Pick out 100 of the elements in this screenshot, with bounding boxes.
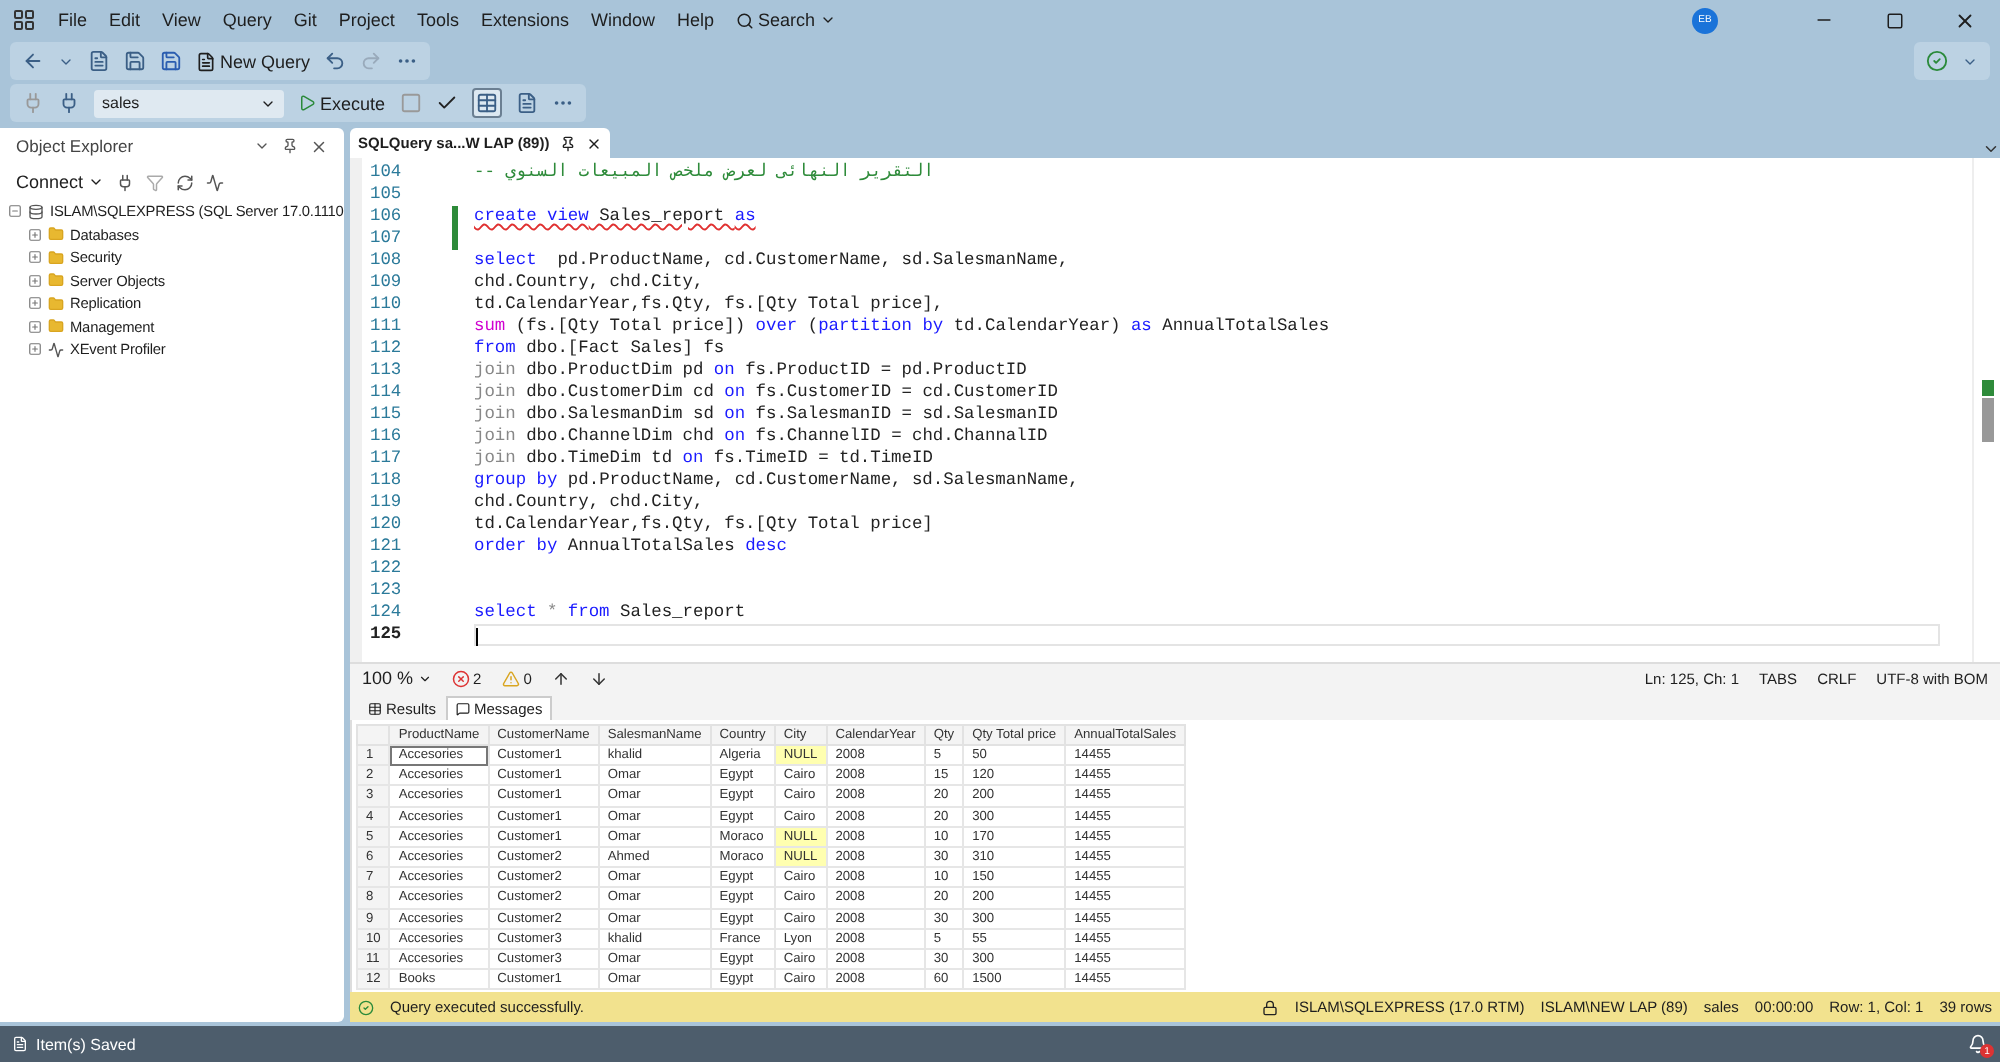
code-line: group by pd.ProductName, cd.CustomerName, sd.SalesmanName, bbox=[474, 470, 1079, 492]
code-line: from dbo.[Fact Sales] fs bbox=[474, 338, 725, 360]
menu-item[interactable]: Tools bbox=[416, 10, 459, 30]
restore-icon[interactable] bbox=[1885, 11, 1903, 29]
line-number: 117 bbox=[370, 448, 402, 468]
code-line: td.CalendarYear,fs.Qty, fs.[Qty Total price] bbox=[474, 514, 933, 536]
expand-icon[interactable] bbox=[28, 227, 42, 242]
connect-icon[interactable] bbox=[58, 92, 80, 114]
close-icon[interactable] bbox=[1953, 9, 1975, 31]
new-query-button[interactable]: New Query bbox=[196, 51, 311, 71]
code-line: td.CalendarYear,fs.Qty, fs.[Qty Total price], bbox=[474, 294, 944, 316]
filter-icon[interactable] bbox=[145, 173, 164, 191]
status-message: Item(s) Saved bbox=[36, 1035, 136, 1053]
code-line: select * from Sales_report bbox=[474, 602, 746, 624]
menu-item[interactable]: Extensions bbox=[480, 10, 569, 30]
code-line: -- التقرير النهائى لعرض ملخص المبيعات السنوي bbox=[474, 162, 934, 184]
line-number: 111 bbox=[370, 316, 402, 336]
down-arrow-icon[interactable] bbox=[589, 669, 608, 687]
line-number: 107 bbox=[370, 228, 402, 248]
refresh-icon[interactable] bbox=[175, 173, 194, 191]
error-icon bbox=[451, 669, 470, 687]
line-number: 118 bbox=[370, 470, 402, 490]
line-number: 110 bbox=[370, 294, 402, 314]
code-line: order by AnnualTotalSales desc bbox=[474, 536, 787, 558]
code-line: sum (fs.[Qty Total price]) over (partition by td.CalendarYear) as AnnualTotalSales bbox=[474, 316, 1330, 338]
search-button[interactable]: Search bbox=[736, 10, 836, 30]
folder-icon bbox=[48, 249, 64, 266]
expand-icon[interactable] bbox=[28, 342, 42, 357]
line-number: 125 bbox=[370, 624, 402, 644]
scroll-bar[interactable] bbox=[1972, 158, 2000, 662]
server-icon bbox=[28, 203, 44, 220]
code-line: join dbo.ProductDim pd on fs.ProductID = pd.ProductID bbox=[474, 360, 1027, 382]
line-number: 123 bbox=[370, 580, 402, 600]
line-number: 124 bbox=[370, 602, 402, 622]
line-number: 112 bbox=[370, 338, 402, 358]
database-select[interactable]: sales bbox=[94, 89, 284, 117]
code-line: join dbo.ChannelDim chd on fs.ChannelID = chd.ChannalID bbox=[474, 426, 1048, 448]
code-line: select pd.ProductName, cd.CustomerName, sd.SalesmanName, bbox=[474, 250, 1069, 272]
execute-button[interactable]: Execute bbox=[298, 93, 386, 113]
code-line: create view Sales_report as bbox=[474, 206, 756, 228]
app-logo-icon bbox=[12, 8, 36, 32]
code-line: join dbo.TimeDim td on fs.TimeID = td.TimeID bbox=[474, 448, 933, 470]
menu-item[interactable]: View bbox=[162, 10, 201, 30]
grid-icon bbox=[368, 702, 382, 716]
expand-icon[interactable] bbox=[28, 273, 42, 288]
undo-icon[interactable] bbox=[324, 50, 347, 72]
saved-icon bbox=[12, 1036, 28, 1052]
menu-item[interactable]: Project bbox=[338, 10, 395, 30]
line-number: 116 bbox=[370, 426, 402, 446]
menu-item[interactable]: File bbox=[58, 10, 88, 30]
zoom-select[interactable]: 100 % bbox=[362, 668, 432, 688]
code-line: join dbo.CustomerDim cd on fs.CustomerID = cd.CustomerID bbox=[474, 382, 1058, 404]
close-icon[interactable] bbox=[585, 135, 602, 151]
line-number: 115 bbox=[370, 404, 402, 424]
play-icon bbox=[298, 94, 316, 112]
panel-title: Object Explorer bbox=[16, 136, 136, 156]
code-editor[interactable] bbox=[350, 158, 2000, 662]
lock-icon bbox=[1262, 999, 1279, 1015]
chevron-down-icon bbox=[87, 174, 104, 190]
check-icon[interactable] bbox=[435, 92, 458, 114]
expand-icon[interactable] bbox=[28, 319, 42, 334]
line-number: 119 bbox=[370, 492, 402, 512]
menu-item[interactable]: Window bbox=[590, 10, 655, 30]
folder-icon bbox=[48, 272, 64, 289]
menu-item[interactable]: Help bbox=[677, 10, 715, 30]
line-number: 122 bbox=[370, 558, 402, 578]
success-icon bbox=[358, 999, 374, 1015]
plug-icon[interactable] bbox=[115, 173, 134, 191]
pin-icon[interactable] bbox=[282, 138, 298, 154]
bell-icon[interactable] bbox=[1968, 1034, 1988, 1054]
line-number: 106 bbox=[370, 206, 402, 226]
folder-icon bbox=[48, 318, 64, 335]
results-file-icon[interactable] bbox=[515, 92, 538, 114]
expand-icon[interactable] bbox=[28, 296, 42, 311]
results-grid-icon[interactable] bbox=[471, 88, 502, 118]
up-arrow-icon[interactable] bbox=[551, 669, 570, 687]
expand-icon[interactable] bbox=[28, 250, 42, 265]
menu-item[interactable]: Edit bbox=[109, 10, 141, 30]
code-line: chd.Country, chd.City, bbox=[474, 492, 704, 514]
line-number: 120 bbox=[370, 514, 402, 534]
chevron-down-icon bbox=[417, 671, 432, 685]
line-number: 104 bbox=[370, 162, 402, 182]
activity-icon[interactable] bbox=[205, 173, 224, 191]
menu-item[interactable]: Git bbox=[293, 10, 317, 30]
text-cursor bbox=[476, 628, 478, 646]
collapse-icon[interactable] bbox=[8, 204, 22, 219]
close-icon[interactable] bbox=[310, 137, 328, 155]
pin-icon[interactable] bbox=[559, 135, 576, 151]
line-number: 121 bbox=[370, 536, 402, 556]
search-icon bbox=[736, 11, 755, 29]
back-icon[interactable] bbox=[22, 50, 44, 72]
new-file-icon[interactable] bbox=[88, 50, 110, 72]
message-icon bbox=[456, 702, 471, 716]
connect-button[interactable]: Connect bbox=[16, 172, 104, 192]
save-icon[interactable] bbox=[124, 50, 146, 72]
menu-item[interactable]: Query bbox=[222, 10, 272, 30]
save-all-icon[interactable] bbox=[160, 50, 182, 72]
dropdown-icon[interactable] bbox=[1982, 140, 2000, 158]
dropdown-icon[interactable] bbox=[254, 138, 270, 154]
chevron-down-icon bbox=[819, 12, 836, 28]
